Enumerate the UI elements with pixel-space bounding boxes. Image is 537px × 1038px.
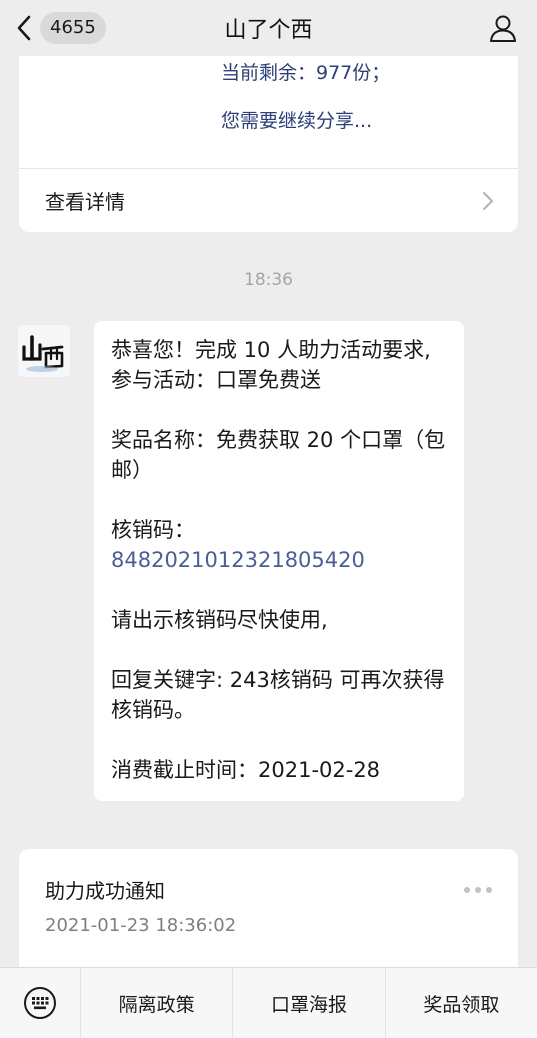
message-bubble[interactable]: 恭喜您！完成 10 人助力活动要求, 参与活动：口罩免费送 奖品名称：免费获取 … <box>94 321 464 801</box>
avatar[interactable] <box>18 325 70 377</box>
message-line: 恭喜您！完成 10 人助力活动要求, <box>111 338 431 362</box>
bottom-menu-bar: 隔离政策 口罩海报 奖品领取 <box>0 967 537 1038</box>
keyboard-toggle-button[interactable] <box>0 968 80 1038</box>
nav-header: 4655 山了个西 <box>0 0 537 56</box>
more-options-icon[interactable] <box>462 883 494 897</box>
chevron-left-icon <box>17 15 31 41</box>
back-button[interactable]: 4655 <box>14 10 106 46</box>
menu-item-mask-poster[interactable]: 口罩海报 <box>232 968 384 1038</box>
remaining-text: 当前剩余：977份； <box>221 62 391 84</box>
menu-item-prize-claim[interactable]: 奖品领取 <box>384 968 537 1038</box>
message-line: 参与活动：口罩免费送 <box>111 368 321 392</box>
message-line: 奖品名称：免费获取 20 个口罩（包邮） <box>111 428 446 482</box>
message-line: 核销码： <box>111 518 195 542</box>
notification-time: 2021-01-23 18:36:02 <box>45 915 237 936</box>
view-details-link[interactable]: 查看详情 <box>45 186 125 215</box>
unread-count-badge: 4655 <box>40 12 106 44</box>
calligraphy-logo-icon <box>18 325 70 377</box>
menu-item-isolation-policy[interactable]: 隔离政策 <box>80 968 232 1038</box>
message-line: 请出示核销码尽快使用, <box>111 608 328 632</box>
message-timestamp: 18:36 <box>244 270 293 290</box>
card-divider <box>19 168 518 169</box>
keyboard-icon <box>24 987 56 1019</box>
notification-title: 助力成功通知 <box>45 879 165 903</box>
share-text: 您需要继续分享... <box>221 110 373 132</box>
message-line: 消费截止时间：2021-02-28 <box>111 758 381 782</box>
person-icon[interactable] <box>487 12 519 44</box>
redemption-code[interactable]: 8482021012321805420 <box>111 545 446 575</box>
chevron-right-icon <box>483 192 493 210</box>
article-card[interactable]: 当前剩余：977份； 您需要继续分享... 查看详情 <box>19 40 518 232</box>
chat-title: 山了个西 <box>224 18 313 43</box>
message-line: 回复关键字: 243核销码 可再次获得核销码。 <box>111 668 445 722</box>
